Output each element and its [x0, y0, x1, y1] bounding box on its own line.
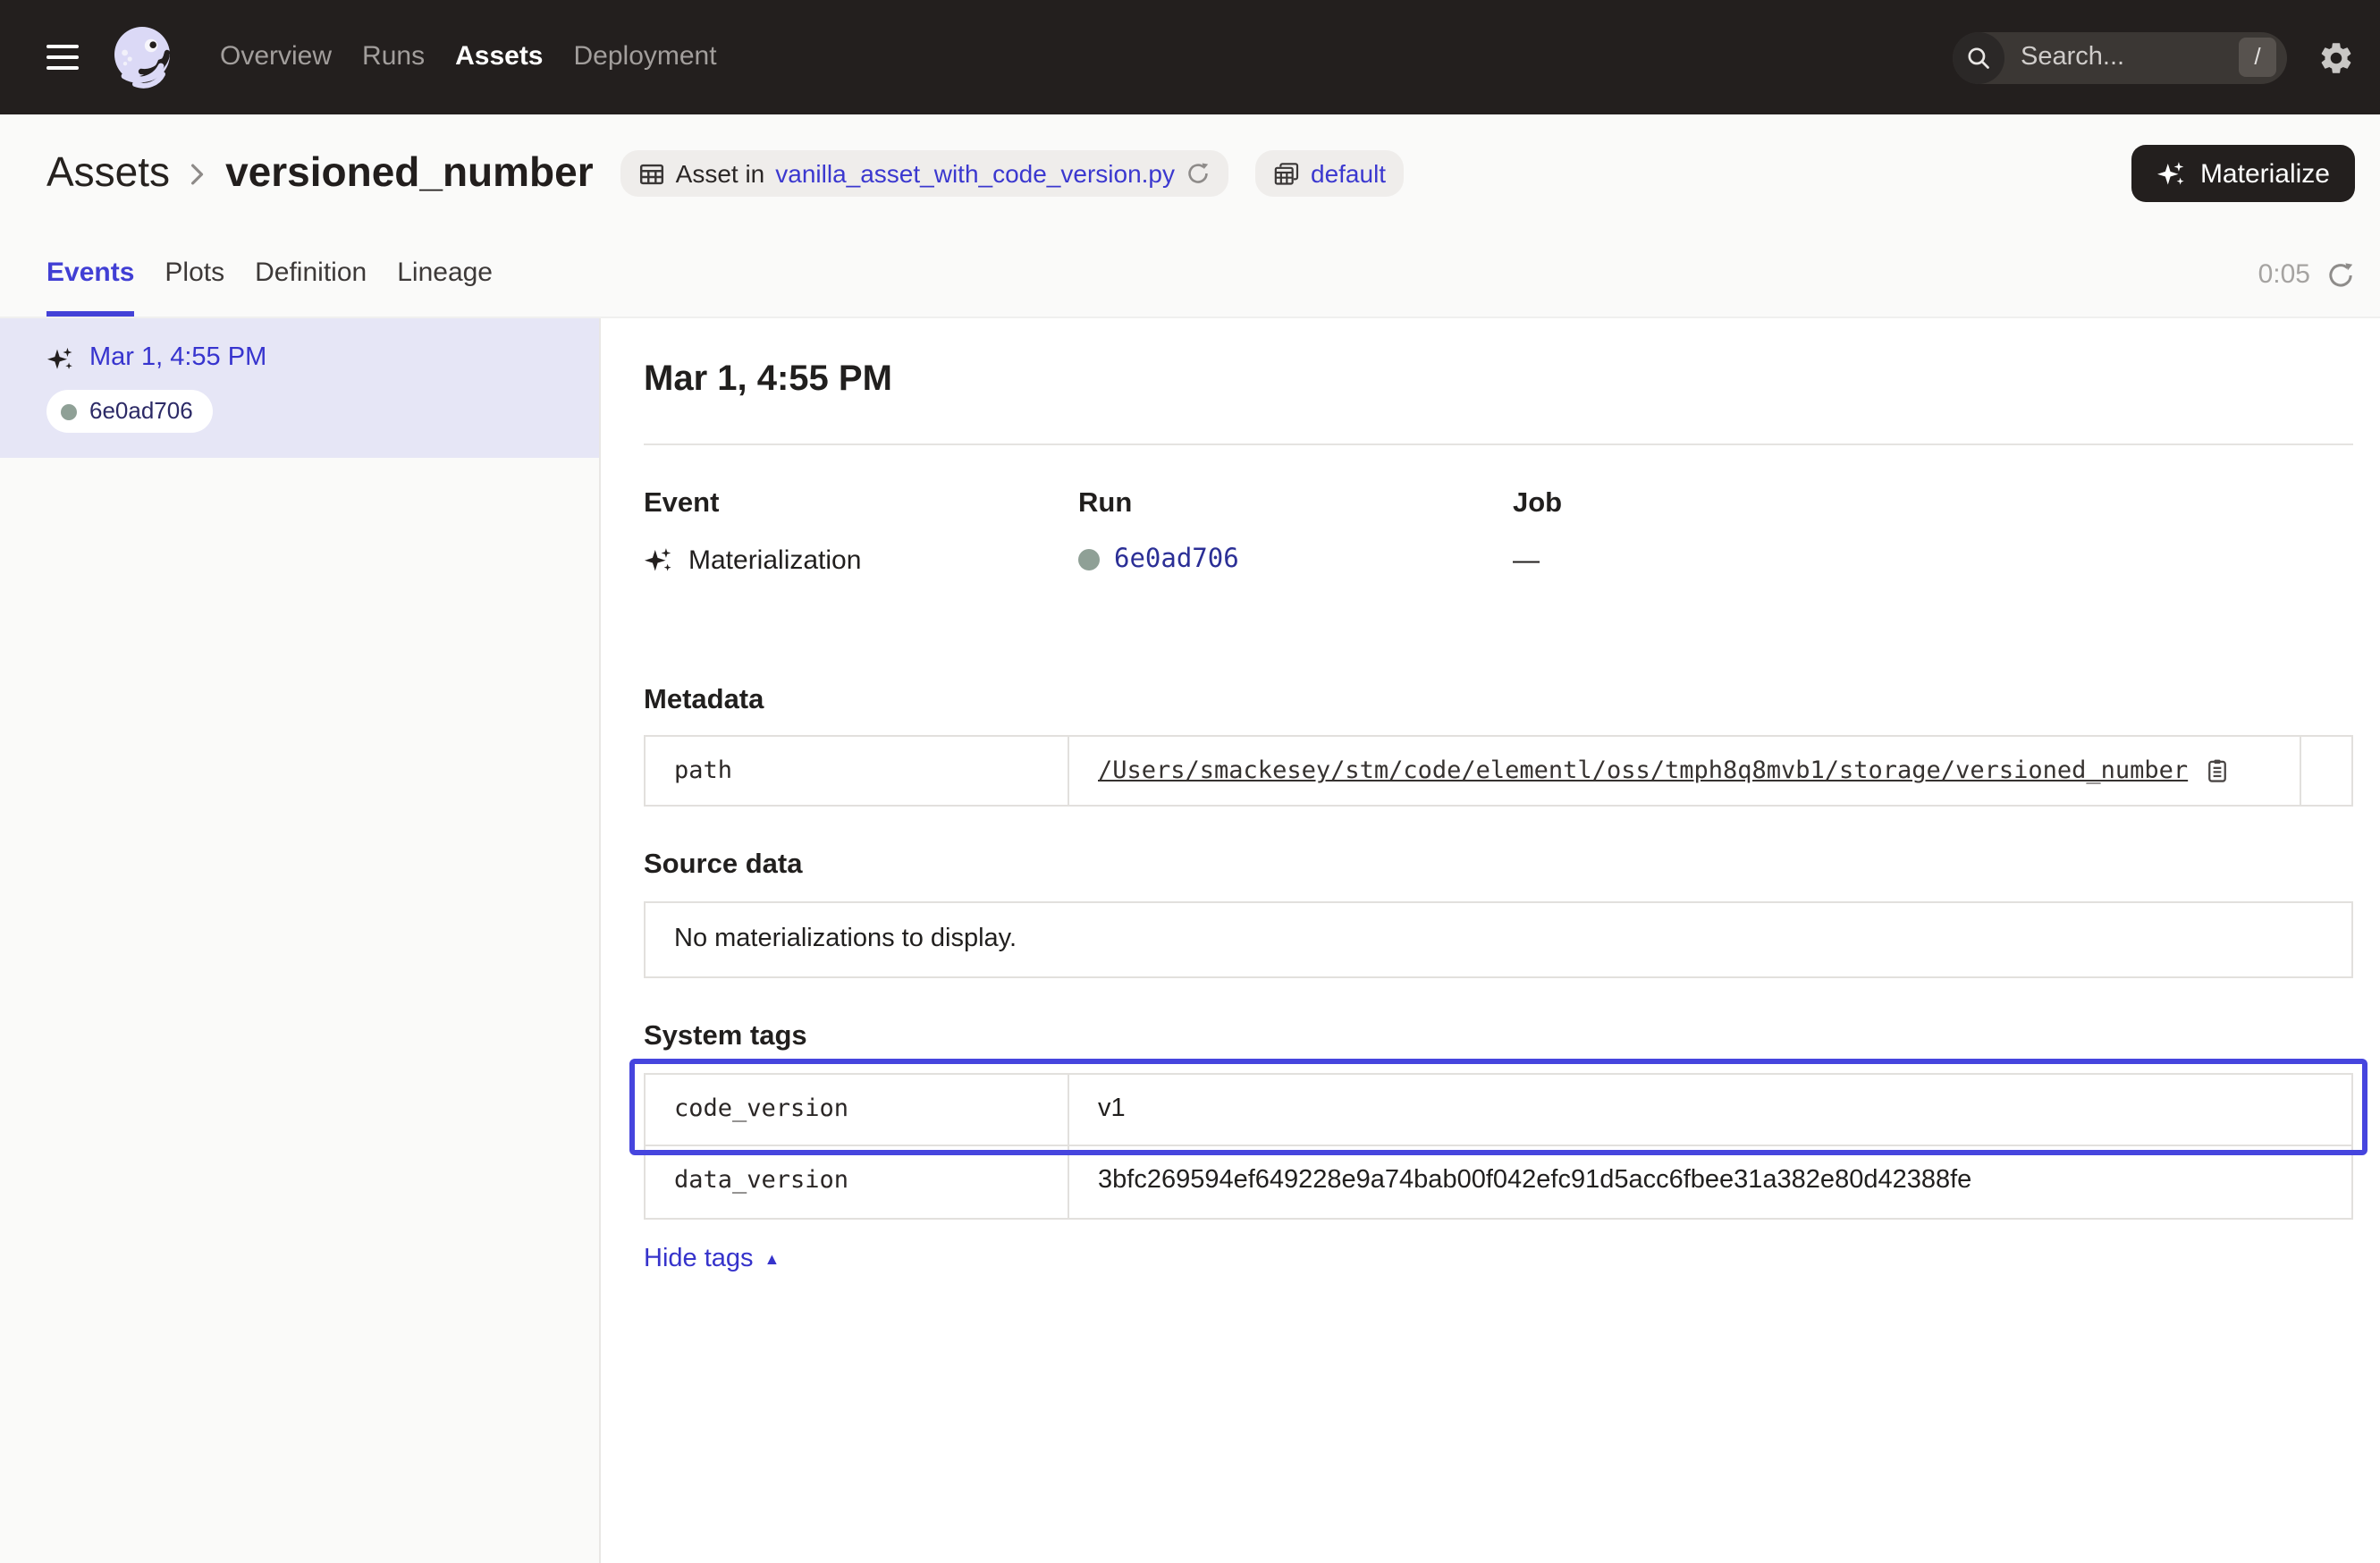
tab-definition[interactable]: Definition [255, 232, 367, 317]
tag-value: 3bfc269594ef649228e9a74bab00f042efc91d5a… [1069, 1147, 2351, 1218]
app-window: Overview Runs Assets Deployment / Assets [0, 0, 2380, 1563]
asset-group-link[interactable]: default [1311, 158, 1386, 189]
triangle-up-icon: ▲ [764, 1252, 781, 1268]
run-tag-pill: 6e0ad706 [46, 391, 213, 433]
job-column-label: Job [1513, 488, 1947, 521]
tab-lineage[interactable]: Lineage [397, 232, 493, 317]
search-icon [1953, 31, 2004, 83]
run-status-dot [1078, 550, 1100, 571]
sparkle-icon [2157, 158, 2188, 189]
job-empty-value: — [1513, 545, 1540, 577]
hide-tags-link[interactable]: Hide tags ▲ [644, 1244, 780, 1275]
global-search[interactable]: / [1953, 31, 2287, 83]
tab-events[interactable]: Events [46, 232, 134, 317]
divider [644, 444, 2353, 445]
system-tags-table-wrap: code_version v1 data_version 3bfc269594e… [644, 1073, 2353, 1220]
breadcrumb-assets-link[interactable]: Assets [46, 148, 170, 198]
table-row-code-version: code_version v1 [646, 1075, 2351, 1145]
materialize-button-label: Materialize [2200, 158, 2330, 189]
table-row-data-version: data_version 3bfc269594ef649228e9a74bab0… [646, 1145, 2351, 1218]
event-type-value: Materialization [688, 545, 861, 577]
asset-header: Assets versioned_number Asset in vanilla… [0, 114, 2380, 232]
metadata-heading: Metadata [644, 684, 2353, 717]
table-icon [638, 160, 665, 187]
tag-key: code_version [646, 1075, 1069, 1145]
event-summary-row: Event Materialization Run [644, 488, 2353, 577]
metadata-key: path [646, 737, 1069, 805]
refresh-countdown: 0:05 [2258, 232, 2355, 317]
event-timestamp-link[interactable]: Mar 1, 4:55 PM [89, 343, 266, 375]
source-data-empty-message: No materializations to display. [644, 901, 2353, 979]
top-nav-bar: Overview Runs Assets Deployment / [0, 0, 2380, 114]
event-detail-title: Mar 1, 4:55 PM [644, 358, 2353, 401]
tab-plots[interactable]: Plots [165, 232, 224, 317]
dagster-logo[interactable] [107, 21, 179, 93]
metadata-path-link[interactable]: /Users/smackesey/stm/code/elementl/oss/t… [1098, 756, 2188, 785]
nav-item-overview[interactable]: Overview [220, 41, 332, 73]
source-data-heading: Source data [644, 850, 2353, 883]
tag-key: data_version [646, 1147, 1069, 1218]
tag-value: v1 [1069, 1075, 2351, 1145]
asset-group-badge: default [1255, 150, 1404, 197]
system-tags-heading: System tags [644, 1022, 2353, 1055]
nav-item-runs[interactable]: Runs [362, 41, 425, 73]
system-tags-table: code_version v1 data_version 3bfc269594e… [644, 1073, 2353, 1220]
event-column-label: Event [644, 488, 1078, 521]
nav-item-assets[interactable]: Assets [455, 41, 543, 73]
event-list-item-selected[interactable]: Mar 1, 4:55 PM 6e0ad706 [0, 318, 599, 458]
content-area: Mar 1, 4:55 PM 6e0ad706 Mar 1, 4:55 PM E… [0, 318, 2380, 1563]
copy-icon[interactable] [2204, 759, 2229, 784]
gear-icon[interactable] [2317, 38, 2355, 76]
breadcrumb-asset-name: versioned_number [225, 148, 594, 198]
sparkle-icon [46, 344, 75, 373]
code-location-link[interactable]: vanilla_asset_with_code_version.py [775, 158, 1175, 189]
asset-tabs: Events Plots Definition Lineage 0:05 [0, 232, 2380, 318]
reload-location-icon[interactable] [1186, 161, 1211, 186]
nav-item-deployment[interactable]: Deployment [574, 41, 717, 73]
event-detail-panel: Mar 1, 4:55 PM Event Materialization [601, 318, 2380, 1563]
hide-tags-label: Hide tags [644, 1244, 754, 1275]
event-list-sidebar: Mar 1, 4:55 PM 6e0ad706 [0, 318, 601, 1563]
table-row: path /Users/smackesey/stm/code/elementl/… [646, 737, 2351, 805]
hamburger-menu-icon[interactable] [46, 44, 79, 71]
asset-group-icon [1273, 160, 1300, 187]
run-id-link[interactable]: 6e0ad706 [1114, 545, 1239, 576]
primary-nav: Overview Runs Assets Deployment [220, 41, 717, 73]
refresh-countdown-value: 0:05 [2258, 258, 2310, 291]
asset-location-prefix: Asset in [676, 158, 765, 189]
search-shortcut-key: / [2239, 38, 2276, 77]
refresh-icon[interactable] [2326, 260, 2355, 289]
metadata-table: path /Users/smackesey/stm/code/elementl/… [644, 735, 2353, 807]
metadata-action-cell [2300, 737, 2351, 805]
asset-location-badge: Asset in vanilla_asset_with_code_version… [620, 150, 1228, 197]
run-id-label: 6e0ad706 [89, 398, 193, 426]
search-input[interactable] [2004, 43, 2239, 72]
chevron-right-icon [190, 160, 206, 187]
sparkle-icon [644, 545, 674, 576]
materialize-button[interactable]: Materialize [2132, 145, 2355, 202]
run-column-label: Run [1078, 488, 1513, 521]
run-status-dot [61, 403, 77, 419]
